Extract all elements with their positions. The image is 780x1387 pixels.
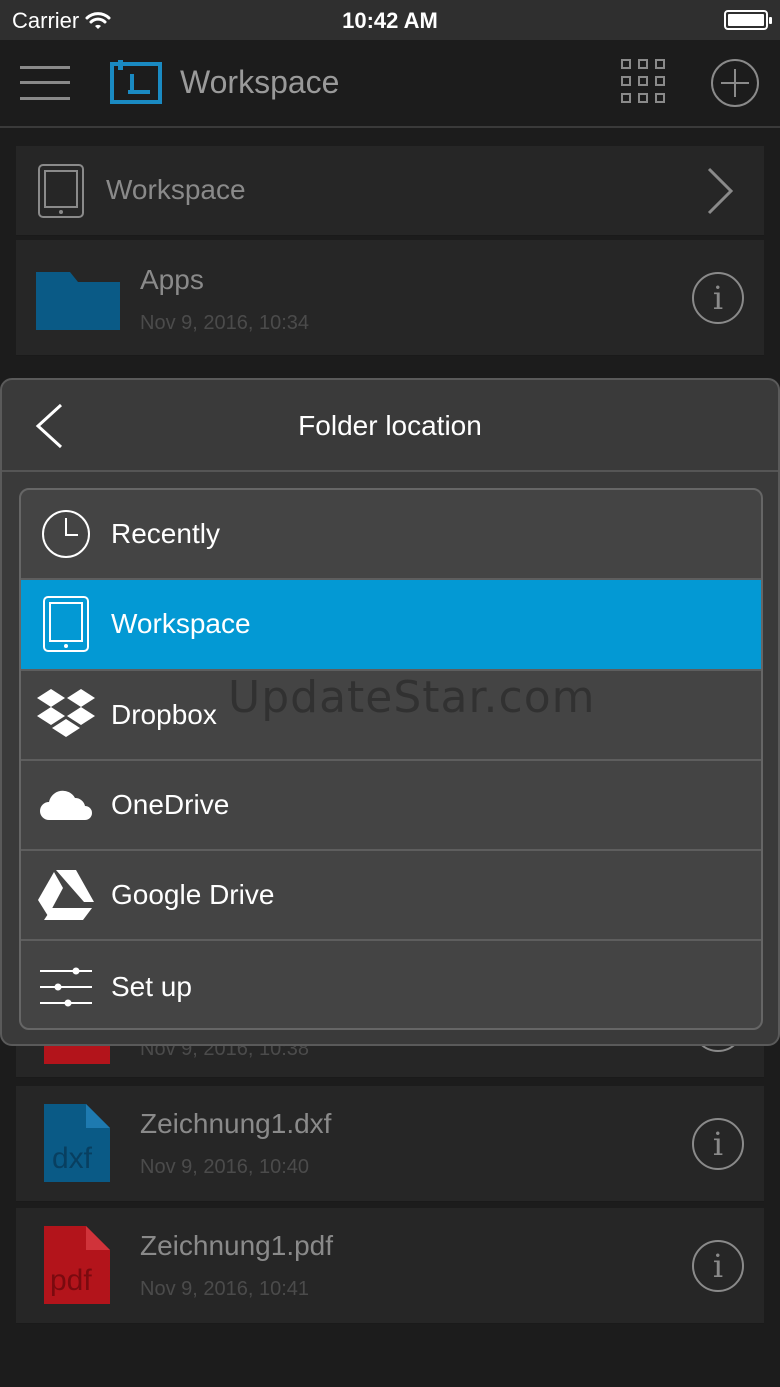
location-label: Dropbox [111,698,217,730]
location-item-recently[interactable]: Recently [21,490,761,581]
app-logo-icon [110,60,162,104]
chevron-right-icon [707,167,734,215]
file-name: Zeichnung1.pdf [140,1230,334,1261]
google-drive-icon [38,870,94,921]
dropbox-icon [37,688,95,737]
list-item[interactable]: Apps Nov 9, 2016, 10:34 i [16,240,764,356]
file-type-badge: dxf [52,1142,93,1175]
grid-view-icon[interactable] [620,58,666,104]
location-row[interactable]: Workspace [16,146,764,236]
info-button[interactable]: i [692,1240,744,1292]
file-name: Zeichnung1.dxf [140,1108,332,1139]
watermark: UpdateStar.com [228,672,596,723]
add-icon[interactable] [710,58,760,108]
location-label: Recently [111,518,220,550]
clock-icon [42,510,90,559]
cloud-icon [40,790,92,821]
location-item-onedrive[interactable]: OneDrive [21,761,761,852]
file-name: Apps [140,264,204,295]
popup-header: Folder location [2,380,778,472]
file-date: Nov 9, 2016, 10:34 [140,312,310,334]
status-bar: Carrier 10:42 AM [0,0,780,40]
location-list: Recently Workspace Dropbox OneDrive Goog… [19,488,763,1030]
location-item-google-drive[interactable]: Google Drive [21,851,761,942]
tablet-icon [43,596,89,653]
page-title: Workspace [180,64,340,100]
list-item[interactable]: pdf Zeichnung1.pdf Nov 9, 2016, 10:41 i [16,1208,764,1324]
location-label: Set up [111,970,192,1002]
location-item-workspace[interactable]: Workspace [21,580,761,671]
hamburger-menu-icon[interactable] [20,66,70,100]
popup-title: Folder location [298,410,482,441]
file-date: Nov 9, 2016, 10:40 [140,1156,310,1178]
location-label: Workspace [106,174,246,205]
clock: 10:42 AM [342,8,438,33]
nav-bar: Workspace [0,40,780,128]
info-button[interactable]: i [692,1118,744,1170]
battery-icon [724,10,772,30]
location-label: Google Drive [111,879,275,911]
tablet-icon [38,164,84,218]
file-type-badge: pdf [50,1264,92,1297]
location-label: Workspace [111,608,251,640]
location-item-set-up[interactable]: Set up [21,941,761,1028]
list-item[interactable]: dxf Zeichnung1.dxf Nov 9, 2016, 10:40 i [16,1086,764,1202]
folder-icon [36,272,120,330]
sliders-icon [40,967,92,1007]
location-label: OneDrive [111,789,230,821]
info-button[interactable]: i [692,272,744,324]
file-date: Nov 9, 2016, 10:41 [140,1278,310,1300]
